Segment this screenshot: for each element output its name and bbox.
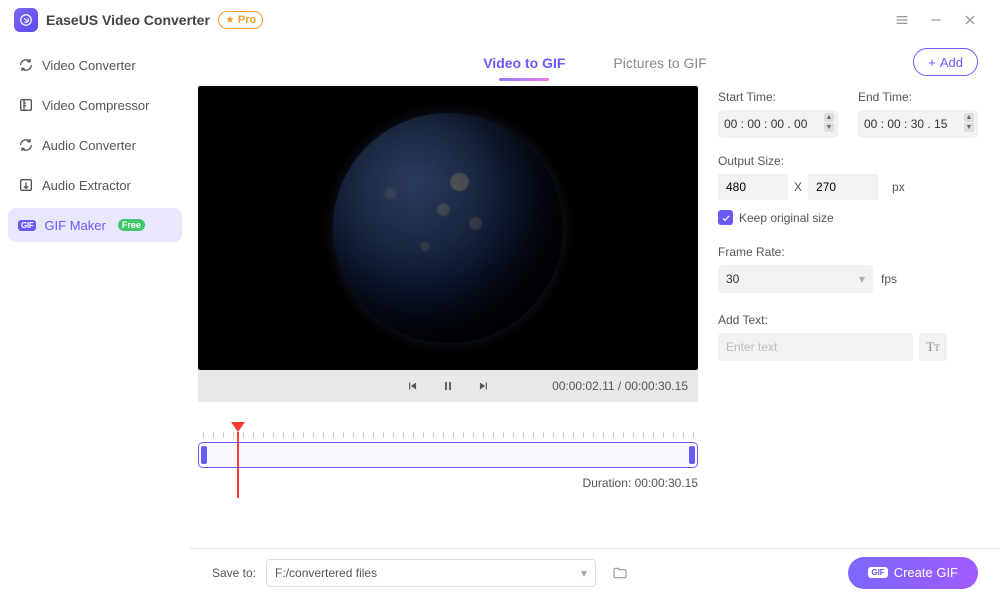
chevron-down-icon: ▾ bbox=[581, 566, 587, 580]
timeline-ruler[interactable] bbox=[198, 426, 698, 438]
add-text-input[interactable] bbox=[718, 333, 913, 361]
text-icon: TT bbox=[926, 339, 939, 355]
end-time-input[interactable]: 00 : 00 : 30 . 15 ▲▼ bbox=[858, 110, 978, 138]
add-button[interactable]: + Add bbox=[913, 48, 978, 76]
video-frame-earth bbox=[333, 113, 563, 343]
duration-readout: Duration: 00:00:30.15 bbox=[198, 476, 698, 490]
minimize-icon[interactable] bbox=[924, 8, 948, 32]
close-icon[interactable] bbox=[958, 8, 982, 32]
playhead[interactable] bbox=[231, 422, 245, 432]
footer: Save to: F:/convertered files ▾ GIF Crea… bbox=[190, 548, 1000, 596]
sidebar-item-audio-converter[interactable]: Audio Converter bbox=[8, 128, 182, 162]
chevron-down-icon: ▾ bbox=[859, 272, 865, 286]
output-height-input[interactable] bbox=[808, 174, 878, 200]
app-title: EaseUS Video Converter bbox=[46, 12, 210, 28]
sidebar-item-gif-maker[interactable]: GIF GIF Maker Free bbox=[8, 208, 182, 242]
timeline: Duration: 00:00:30.15 bbox=[198, 426, 698, 490]
add-text-label: Add Text: bbox=[718, 313, 978, 327]
output-width-input[interactable] bbox=[718, 174, 788, 200]
create-gif-button[interactable]: GIF Create GIF bbox=[848, 557, 978, 589]
sidebar-item-label: Video Converter bbox=[42, 58, 136, 73]
tabbar: Video to GIF Pictures to GIF + Add bbox=[190, 40, 1000, 86]
player-time: 00:00:02.11 / 00:00:30.15 bbox=[552, 379, 688, 393]
refresh-icon bbox=[18, 57, 34, 73]
gif-icon: GIF bbox=[868, 567, 887, 578]
free-badge: Free bbox=[118, 219, 145, 231]
video-preview[interactable] bbox=[198, 86, 698, 370]
refresh-icon bbox=[18, 137, 34, 153]
save-to-label: Save to: bbox=[212, 566, 256, 580]
frame-rate-unit: fps bbox=[881, 272, 897, 286]
start-time-spinner[interactable]: ▲▼ bbox=[824, 113, 834, 132]
output-size-label: Output Size: bbox=[718, 154, 978, 168]
titlebar: EaseUS Video Converter Pro bbox=[0, 0, 1000, 40]
menu-icon[interactable] bbox=[890, 8, 914, 32]
pro-badge: Pro bbox=[218, 11, 263, 29]
text-style-button[interactable]: TT bbox=[919, 333, 947, 361]
gif-icon: GIF bbox=[18, 220, 36, 231]
trim-handle-right[interactable] bbox=[689, 446, 695, 464]
sidebar-item-label: GIF Maker bbox=[44, 218, 105, 233]
start-time-input[interactable]: 00 : 00 : 00 . 00 ▲▼ bbox=[718, 110, 838, 138]
size-separator: X bbox=[794, 180, 802, 194]
end-time-label: End Time: bbox=[858, 90, 978, 104]
sidebar-item-label: Video Compressor bbox=[42, 98, 149, 113]
plus-icon: + bbox=[928, 55, 936, 70]
sidebar-item-audio-extractor[interactable]: Audio Extractor bbox=[8, 168, 182, 202]
trim-range[interactable] bbox=[198, 442, 698, 468]
prev-button[interactable] bbox=[403, 377, 421, 395]
extract-icon bbox=[18, 177, 34, 193]
next-button[interactable] bbox=[475, 377, 493, 395]
pause-button[interactable] bbox=[439, 377, 457, 395]
sidebar-item-label: Audio Converter bbox=[42, 138, 136, 153]
browse-folder-button[interactable] bbox=[606, 559, 634, 587]
compress-icon bbox=[18, 97, 34, 113]
trim-handle-left[interactable] bbox=[201, 446, 207, 464]
start-time-label: Start Time: bbox=[718, 90, 838, 104]
player-controls: 00:00:02.11 / 00:00:30.15 bbox=[198, 370, 698, 402]
tab-pictures-to-gif[interactable]: Pictures to GIF bbox=[613, 49, 706, 77]
sidebar: Video Converter Video Compressor Audio C… bbox=[0, 40, 190, 596]
frame-rate-dropdown[interactable]: 30 ▾ bbox=[718, 265, 873, 293]
frame-rate-label: Frame Rate: bbox=[718, 245, 978, 259]
settings-panel: Start Time: 00 : 00 : 00 . 00 ▲▼ End Tim… bbox=[718, 86, 978, 548]
save-path-dropdown[interactable]: F:/convertered files ▾ bbox=[266, 559, 596, 587]
size-unit: px bbox=[892, 180, 905, 194]
keep-original-checkbox[interactable] bbox=[718, 210, 733, 225]
sidebar-item-label: Audio Extractor bbox=[42, 178, 131, 193]
sidebar-item-video-converter[interactable]: Video Converter bbox=[8, 48, 182, 82]
app-logo bbox=[14, 8, 38, 32]
tab-video-to-gif[interactable]: Video to GIF bbox=[483, 49, 565, 77]
end-time-spinner[interactable]: ▲▼ bbox=[964, 113, 974, 132]
keep-original-label: Keep original size bbox=[739, 211, 834, 225]
sidebar-item-video-compressor[interactable]: Video Compressor bbox=[8, 88, 182, 122]
